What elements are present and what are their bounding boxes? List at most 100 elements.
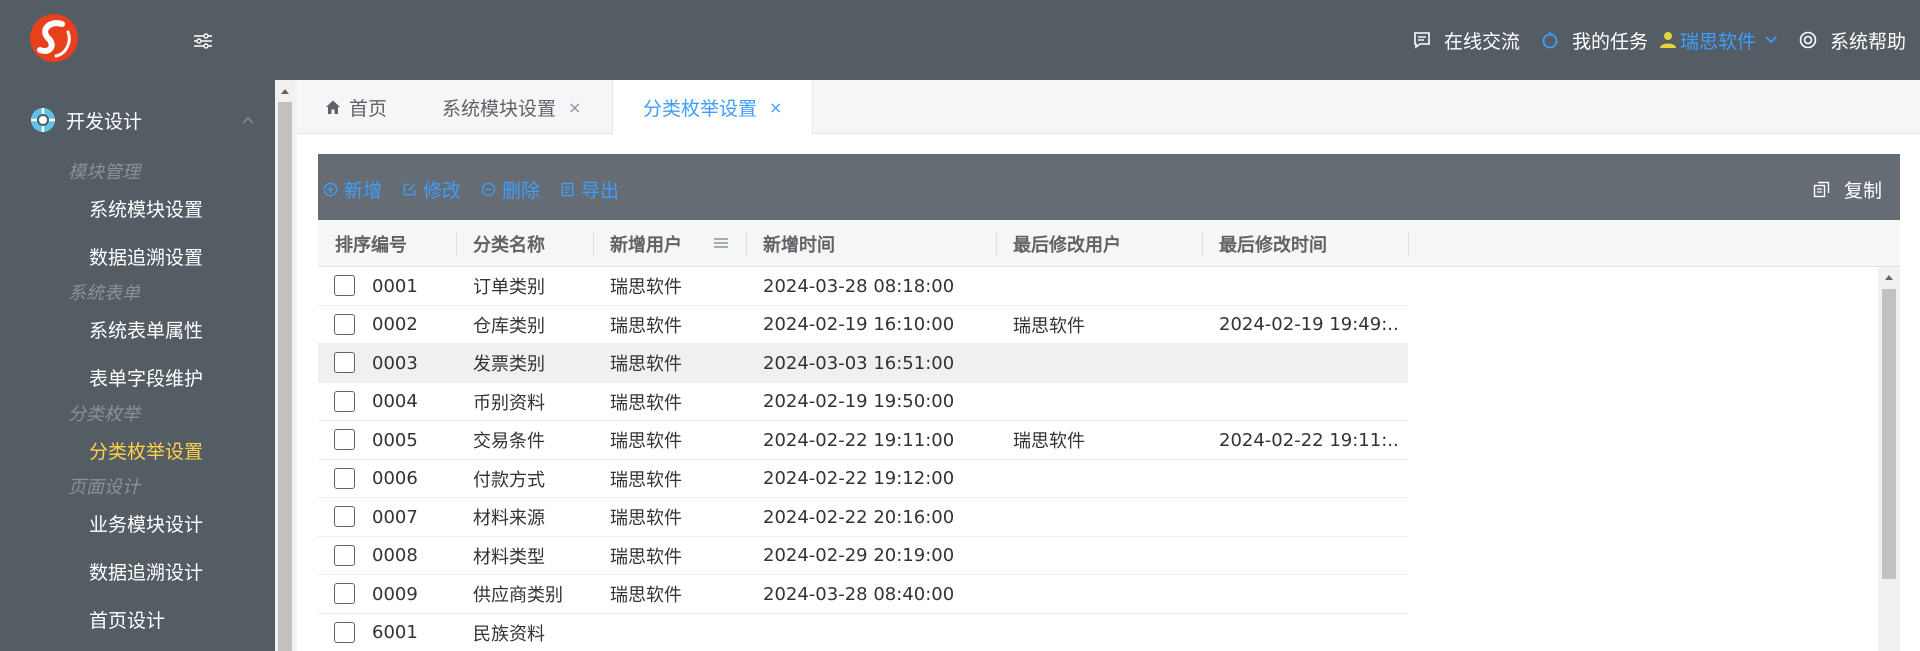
my-tasks-label: 我的任务 bbox=[1571, 30, 1648, 53]
export-button[interactable]: 导出 bbox=[560, 176, 619, 203]
top-header: 在线交流 我的任务 瑞思软件 系统帮助 bbox=[0, 0, 1920, 80]
column-divider[interactable] bbox=[996, 232, 997, 256]
menu-item-form-fields[interactable]: 表单字段维护 bbox=[89, 364, 203, 391]
menu-item-data-trace-settings[interactable]: 数据追溯设置 bbox=[89, 243, 203, 270]
cell-created-time: 2024-02-19 19:50:00 bbox=[763, 391, 955, 412]
column-divider[interactable] bbox=[1408, 232, 1409, 256]
table-row[interactable]: 0001 订单类别 瑞思软件 2024-03-28 08:18:00 bbox=[318, 267, 1408, 306]
table-row[interactable]: 0004 币别资料 瑞思软件 2024-02-19 19:50:00 bbox=[318, 382, 1408, 421]
online-chat-label: 在线交流 bbox=[1443, 30, 1520, 53]
cell-modified-user: 瑞思软件 bbox=[1013, 315, 1085, 337]
column-menu-icon[interactable] bbox=[712, 235, 730, 251]
cell-modified-time bbox=[1219, 460, 1399, 498]
menu-item-form-attributes[interactable]: 系统表单属性 bbox=[89, 316, 203, 343]
column-header-modified-time[interactable]: 最后修改时间 bbox=[1219, 220, 1327, 267]
delete-button[interactable]: 删除 bbox=[481, 176, 540, 203]
cell-category-name: 币别资料 bbox=[473, 392, 545, 414]
menu-item-home-design[interactable]: 首页设计 bbox=[89, 606, 165, 633]
menu-item-data-trace-design[interactable]: 数据追溯设计 bbox=[89, 558, 203, 585]
close-icon[interactable]: × bbox=[769, 98, 782, 117]
menu-section-label: 开发设计 bbox=[66, 110, 143, 133]
cell-created-user: 瑞思软件 bbox=[610, 546, 682, 568]
user-menu[interactable]: 瑞思软件 bbox=[1658, 27, 1778, 54]
table-row[interactable]: 0009 供应商类别 瑞思软件 2024-03-28 08:40:00 bbox=[318, 575, 1408, 614]
menu-section-dev-design[interactable]: 开发设计 bbox=[30, 104, 255, 136]
add-button[interactable]: 新增 bbox=[323, 176, 382, 203]
cell-created-user: 瑞思软件 bbox=[610, 431, 682, 452]
cell-created-user: 瑞思软件 bbox=[610, 508, 682, 529]
table-row[interactable]: 0006 付款方式 瑞思软件 2024-02-22 19:12:00 bbox=[318, 459, 1408, 498]
row-checkbox[interactable] bbox=[334, 583, 355, 604]
cell-sort-no: 6001 bbox=[372, 622, 418, 643]
column-divider[interactable] bbox=[1202, 232, 1203, 256]
row-checkbox[interactable] bbox=[334, 544, 355, 566]
cell-modified-time bbox=[1219, 498, 1399, 536]
menu-item-business-module[interactable]: 业务模块设计 bbox=[89, 510, 203, 537]
column-divider[interactable] bbox=[746, 232, 747, 256]
row-checkbox[interactable] bbox=[334, 467, 355, 489]
online-chat-link[interactable]: 在线交流 bbox=[1412, 27, 1520, 54]
help-link[interactable]: 系统帮助 bbox=[1798, 27, 1906, 54]
table-row[interactable]: 0002 仓库类别 瑞思软件 2024-02-19 16:10:00 瑞思软件 2024-… bbox=[318, 305, 1408, 344]
row-checkbox[interactable] bbox=[334, 275, 355, 296]
cell-category-name: 付款方式 bbox=[473, 469, 545, 491]
menu-item-enum-settings[interactable]: 分类枚举设置 bbox=[89, 437, 203, 464]
menu-item-system-module[interactable]: 系统模块设置 bbox=[89, 195, 203, 222]
cell-modified-time: 2024-02-19 19:49:... bbox=[1219, 314, 1399, 335]
lifebuoy-icon bbox=[31, 108, 55, 132]
cell-sort-no: 0007 bbox=[372, 506, 418, 528]
menu-toggle-icon[interactable] bbox=[192, 31, 214, 51]
column-divider[interactable] bbox=[593, 232, 594, 256]
row-checkbox[interactable] bbox=[334, 352, 355, 373]
close-icon[interactable]: × bbox=[568, 98, 581, 117]
tab-home-label: 首页 bbox=[349, 97, 388, 120]
column-header-created-time[interactable]: 新增时间 bbox=[763, 220, 835, 267]
table-row[interactable]: 6001 民族资料 bbox=[318, 613, 1408, 651]
cell-created-time: 2024-02-22 20:16:00 bbox=[763, 506, 955, 528]
column-header-sort-no[interactable]: 排序编号 bbox=[335, 220, 407, 267]
table-body: 0001 订单类别 瑞思软件 2024-03-28 08:18:00 0002 仓库类别瑞… bbox=[318, 267, 1408, 651]
cell-sort-no: 0005 bbox=[372, 429, 418, 451]
cell-created-time: 2024-03-03 16:51:00 bbox=[763, 352, 955, 374]
cell-created-time: 2024-02-19 16:10:00 bbox=[763, 314, 955, 335]
cell-category-name: 交易条件 bbox=[473, 431, 545, 452]
cell-sort-no: 0003 bbox=[372, 352, 418, 374]
copy-icon bbox=[1813, 181, 1830, 198]
menu-group-page-design: 页面设计 bbox=[68, 477, 140, 498]
column-divider[interactable] bbox=[456, 232, 457, 256]
column-header-category-name[interactable]: 分类名称 bbox=[473, 220, 545, 267]
menu-group-enum: 分类枚举 bbox=[68, 404, 140, 425]
table-row[interactable]: 0008 材料类型 瑞思软件 2024-02-29 20:19:00 bbox=[318, 536, 1408, 575]
row-checkbox[interactable] bbox=[334, 429, 355, 450]
cell-category-name: 仓库类别 bbox=[473, 315, 545, 337]
my-tasks-link[interactable]: 我的任务 bbox=[1540, 27, 1648, 54]
page-scrollbar[interactable] bbox=[275, 80, 295, 651]
scroll-up-arrow-icon[interactable] bbox=[281, 89, 289, 94]
cell-category-name: 材料类型 bbox=[473, 546, 545, 568]
edit-button[interactable]: 修改 bbox=[402, 176, 461, 203]
copy-button[interactable]: 复制 bbox=[1813, 176, 1882, 203]
export-label: 导出 bbox=[581, 180, 620, 202]
row-checkbox[interactable] bbox=[334, 390, 355, 412]
table-row[interactable]: 0003 发票类别 瑞思软件 2024-03-03 16:51:00 bbox=[318, 344, 1408, 383]
home-icon bbox=[326, 100, 340, 114]
user-name: 瑞思软件 bbox=[1679, 30, 1756, 53]
scrollbar-thumb[interactable] bbox=[1882, 289, 1896, 579]
cell-modified-time: 2024-02-22 19:11:... bbox=[1219, 429, 1399, 451]
row-checkbox[interactable] bbox=[334, 621, 355, 643]
column-header-modified-user[interactable]: 最后修改用户 bbox=[1013, 220, 1121, 267]
tab-home[interactable]: 首页 bbox=[325, 80, 387, 134]
row-checkbox[interactable] bbox=[334, 313, 355, 335]
tab-enum-settings[interactable]: 分类枚举设置 × bbox=[612, 80, 814, 135]
minus-circle-icon bbox=[481, 182, 496, 197]
table-scrollbar[interactable] bbox=[1878, 267, 1900, 651]
scroll-up-arrow-icon[interactable] bbox=[1885, 275, 1893, 280]
table-row[interactable]: 0005 交易条件 瑞思软件 2024-02-22 19:11:00 瑞思软件 2024-… bbox=[318, 421, 1408, 460]
column-header-created-user[interactable]: 新增用户 bbox=[610, 220, 682, 267]
row-checkbox[interactable] bbox=[334, 506, 355, 527]
scrollbar-thumb[interactable] bbox=[278, 102, 292, 651]
tab-system-module[interactable]: 系统模块设置 × bbox=[442, 80, 581, 134]
table-row[interactable]: 0007 材料来源 瑞思软件 2024-02-22 20:16:00 bbox=[318, 498, 1408, 537]
task-icon bbox=[1542, 32, 1558, 49]
tab-system-module-label: 系统模块设置 bbox=[442, 97, 557, 120]
